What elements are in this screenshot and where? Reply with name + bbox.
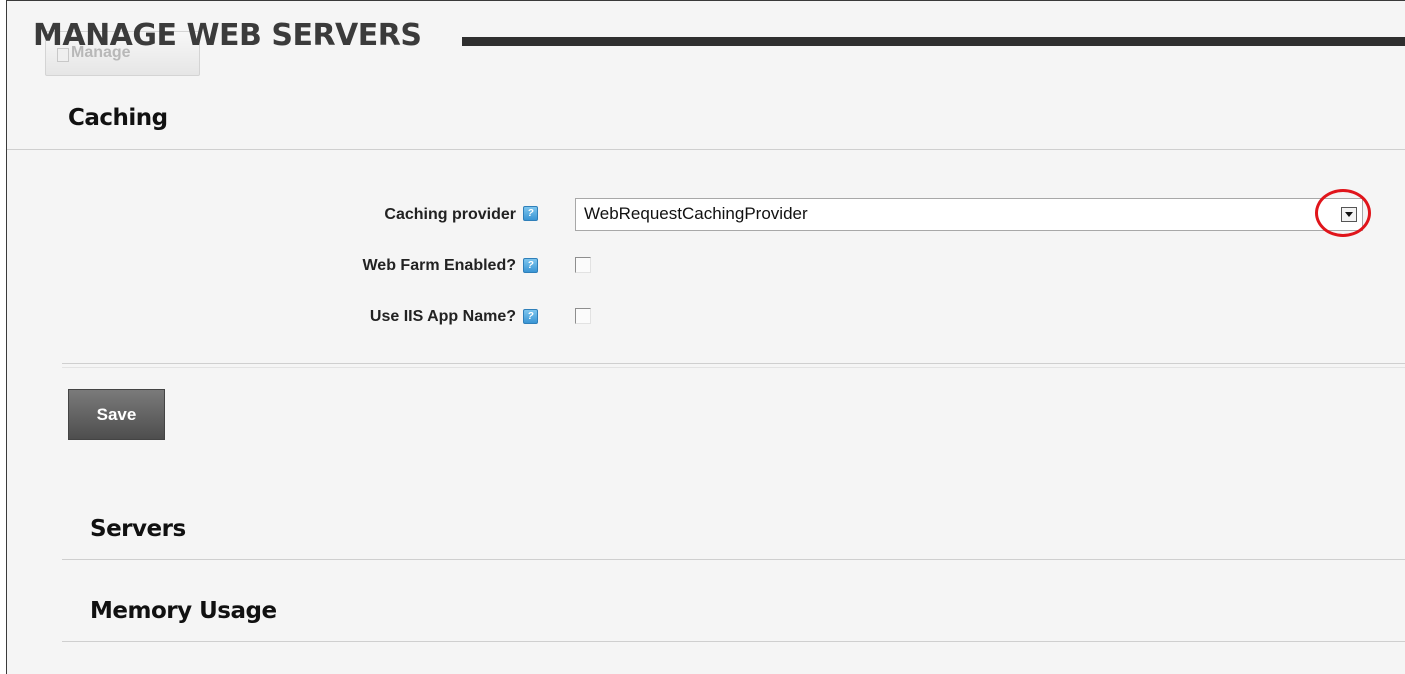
section-heading-caching[interactable]: Caching [68,105,168,131]
page-frame: Manage MANAGE WEB SERVERS Caching Cachin… [6,0,1405,674]
caching-provider-label: Caching provider [384,206,516,223]
web-farm-label: Web Farm Enabled? [362,257,516,274]
iis-app-name-checkbox[interactable] [575,308,591,324]
iis-app-name-label: Use IIS App Name? [369,308,516,325]
caching-provider-value: WebRequestCachingProvider [584,204,808,223]
highlight-circle [1315,189,1371,237]
divider [7,149,1405,150]
save-button[interactable]: Save [68,389,165,440]
help-icon[interactable]: ? [523,258,538,273]
web-farm-checkbox[interactable] [575,257,591,273]
section-heading-servers[interactable]: Servers [90,516,186,542]
help-icon[interactable]: ? [523,309,538,324]
section-heading-memory-usage[interactable]: Memory Usage [90,598,277,624]
divider [62,641,1405,642]
caching-provider-select[interactable]: WebRequestCachingProvider [575,198,1363,231]
section-divider [62,363,1405,368]
title-rule [462,37,1405,46]
help-icon[interactable]: ? [523,206,538,221]
page-title: MANAGE WEB SERVERS [33,18,422,53]
divider [62,559,1405,560]
